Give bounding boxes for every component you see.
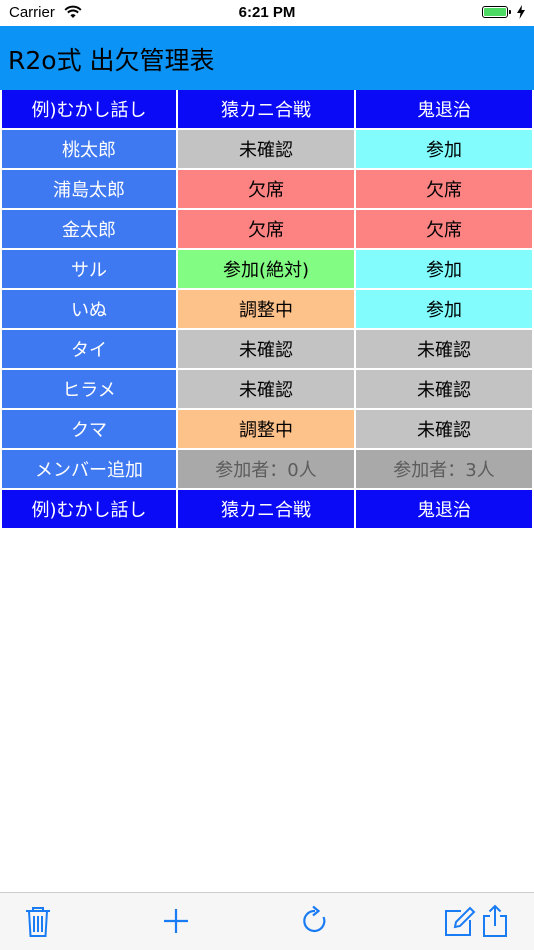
attendance-table: 例)むかし話し 猿カニ合戦 鬼退治 桃太郎 未確認 参加 浦島太郎 欠席 欠席 … (0, 90, 534, 530)
attendance-status[interactable]: 未確認 (178, 370, 356, 410)
share-icon[interactable] (477, 903, 513, 939)
member-name[interactable]: 金太郎 (0, 210, 178, 250)
participant-count: 参加者：3人 (356, 450, 534, 490)
member-name[interactable]: 浦島太郎 (0, 170, 178, 210)
attendance-status[interactable]: 欠席 (356, 170, 534, 210)
member-name[interactable]: サル (0, 250, 178, 290)
member-name[interactable]: タイ (0, 330, 178, 370)
page-title: R2o式 出欠管理表 (8, 46, 215, 75)
event-header[interactable]: 鬼退治 (356, 90, 534, 130)
attendance-status[interactable]: 未確認 (178, 330, 356, 370)
refresh-icon[interactable] (297, 903, 333, 939)
status-bar: Carrier 6:21 PM (0, 0, 534, 26)
attendance-status[interactable]: 未確認 (356, 330, 534, 370)
attendance-status[interactable]: 参加 (356, 290, 534, 330)
table-footer-label[interactable]: 例)むかし話し (0, 490, 178, 530)
compose-icon[interactable] (441, 903, 477, 939)
attendance-status[interactable]: 未確認 (178, 130, 356, 170)
app-header: R2o式 出欠管理表 (0, 26, 534, 90)
member-name[interactable]: 桃太郎 (0, 130, 178, 170)
attendance-status[interactable]: 欠席 (356, 210, 534, 250)
plus-icon[interactable] (158, 903, 194, 939)
event-footer[interactable]: 猿カニ合戦 (178, 490, 356, 530)
attendance-status[interactable]: 欠席 (178, 210, 356, 250)
event-header[interactable]: 猿カニ合戦 (178, 90, 356, 130)
attendance-status[interactable]: 参加 (356, 250, 534, 290)
bottom-toolbar (0, 892, 534, 950)
event-footer[interactable]: 鬼退治 (356, 490, 534, 530)
member-name[interactable]: クマ (0, 410, 178, 450)
attendance-status[interactable]: 参加(絶対) (178, 250, 356, 290)
add-member-button[interactable]: メンバー追加 (0, 450, 178, 490)
attendance-status[interactable]: 欠席 (178, 170, 356, 210)
table-header-label[interactable]: 例)むかし話し (0, 90, 178, 130)
participant-count: 参加者：0人 (178, 450, 356, 490)
attendance-status[interactable]: 調整中 (178, 410, 356, 450)
member-name[interactable]: いぬ (0, 290, 178, 330)
clock: 6:21 PM (238, 4, 296, 21)
attendance-status[interactable]: 未確認 (356, 410, 534, 450)
attendance-status[interactable]: 調整中 (178, 290, 356, 330)
attendance-status[interactable]: 未確認 (356, 370, 534, 410)
member-name[interactable]: ヒラメ (0, 370, 178, 410)
charging-bolt-icon (517, 5, 525, 24)
battery-icon (482, 6, 512, 20)
trash-icon[interactable] (20, 903, 56, 939)
attendance-status[interactable]: 参加 (356, 130, 534, 170)
